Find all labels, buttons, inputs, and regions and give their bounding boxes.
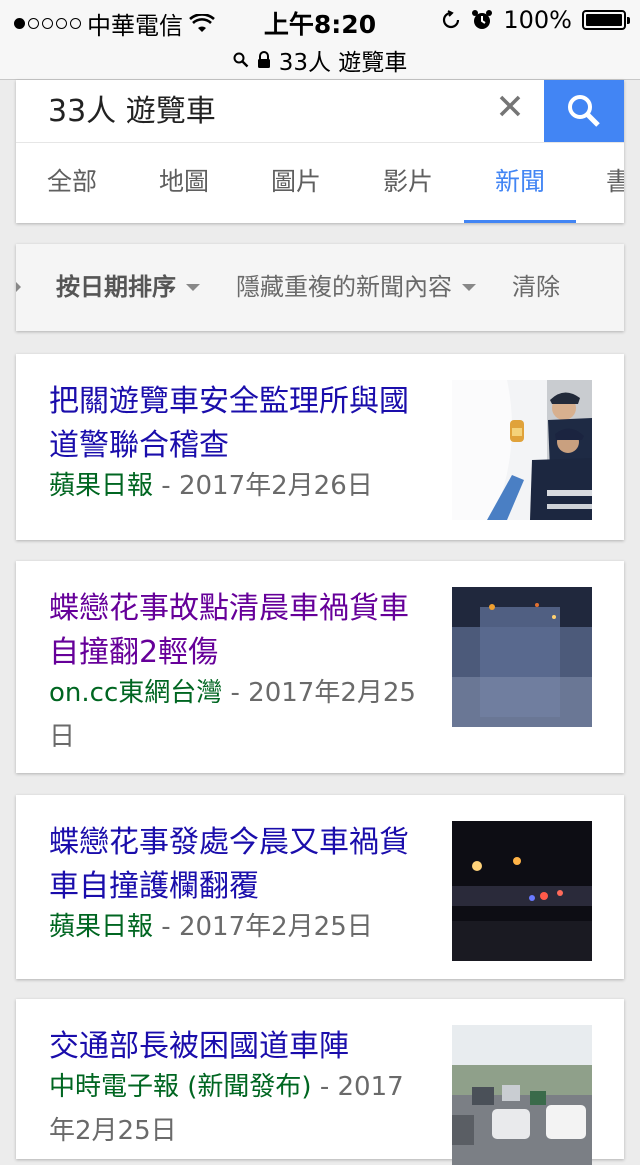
- tab-all[interactable]: 全部: [16, 142, 128, 223]
- sort-label: 按日期排序: [56, 273, 176, 301]
- tab-news[interactable]: 新聞: [464, 142, 576, 223]
- news-meta: 蘋果日報 - 2017年2月25日: [49, 912, 373, 942]
- tab-maps[interactable]: 地圖: [128, 142, 240, 223]
- chevron-down-icon: [462, 284, 476, 291]
- news-title-link[interactable]: 交通部長被困國道車陣: [49, 1025, 409, 1069]
- tab-videos[interactable]: 影片: [352, 142, 464, 223]
- scroll-left-icon: [16, 282, 21, 292]
- news-meta: on.cc東網台灣 - 2017年2月25日: [49, 678, 416, 752]
- tab-images[interactable]: 圖片: [240, 142, 352, 223]
- news-meta: 中時電子報 (新聞發布) - 2017年2月25日: [49, 1072, 404, 1146]
- alarm-icon: [472, 10, 493, 29]
- news-source: 中時電子報 (新聞發布): [49, 1072, 312, 1102]
- news-date: 2017年2月25日: [178, 912, 373, 942]
- sort-by-date-dropdown[interactable]: 按日期排序: [56, 244, 200, 331]
- battery-percent: 100%: [503, 6, 572, 34]
- battery-icon: [582, 10, 630, 30]
- news-result[interactable]: 交通部長被困國道車陣 中時電子報 (新聞發布) - 2017年2月25日: [16, 999, 624, 1165]
- news-thumbnail[interactable]: [452, 821, 592, 961]
- clear-search-button[interactable]: [490, 84, 530, 128]
- url-text: 33人 遊覽車: [278, 49, 408, 76]
- close-icon: [499, 95, 521, 117]
- clear-filters-button[interactable]: 清除: [512, 244, 560, 331]
- rotation-lock-icon: [443, 10, 460, 29]
- news-title-link[interactable]: 把關遊覽車安全監理所與國道警聯合稽查: [49, 380, 409, 468]
- search-box: 33人 遊覽車: [16, 80, 624, 143]
- news-title-link[interactable]: 蝶戀花事故點清晨車禍貨車自撞翻2輕傷: [49, 587, 409, 675]
- search-input[interactable]: 33人 遊覽車: [48, 86, 216, 130]
- hide-duplicates-dropdown[interactable]: 隱藏重複的新聞內容: [236, 244, 476, 331]
- news-thumbnail[interactable]: [452, 380, 592, 520]
- news-filter-bar: 按日期排序 隱藏重複的新聞內容 清除: [16, 244, 624, 331]
- status-bar: 中華電信 上午8:20 100%: [0, 0, 640, 40]
- news-source: on.cc東網台灣: [49, 678, 223, 708]
- search-icon: [568, 95, 600, 127]
- news-meta: 蘋果日報 - 2017年2月26日: [49, 471, 373, 501]
- chevron-down-icon: [186, 284, 200, 291]
- tab-books[interactable]: 書: [606, 142, 624, 223]
- search-card: 33人 遊覽車 全部 地圖 圖片 影片 新聞 書: [16, 80, 624, 223]
- news-date: 2017年2月26日: [178, 471, 373, 501]
- search-icon: [233, 52, 249, 67]
- news-source: 蘋果日報: [49, 471, 154, 501]
- news-result[interactable]: 把關遊覽車安全監理所與國道警聯合稽查 蘋果日報 - 2017年2月26日: [16, 354, 624, 540]
- search-tabs: 全部 地圖 圖片 影片 新聞 書: [16, 142, 624, 223]
- news-result[interactable]: 蝶戀花事發處今晨又車禍貨車自撞護欄翻覆 蘋果日報 - 2017年2月25日: [16, 795, 624, 979]
- news-source: 蘋果日報: [49, 912, 154, 942]
- url-bar[interactable]: 33人 遊覽車: [0, 40, 640, 80]
- news-title-link[interactable]: 蝶戀花事發處今晨又車禍貨車自撞護欄翻覆: [49, 821, 409, 909]
- news-thumbnail[interactable]: [452, 587, 592, 727]
- dedupe-label: 隱藏重複的新聞內容: [236, 273, 452, 301]
- search-button[interactable]: [544, 80, 624, 142]
- news-thumbnail[interactable]: [452, 1025, 592, 1165]
- news-result[interactable]: 蝶戀花事故點清晨車禍貨車自撞翻2輕傷 on.cc東網台灣 - 2017年2月25…: [16, 561, 624, 773]
- lock-icon: [257, 51, 270, 68]
